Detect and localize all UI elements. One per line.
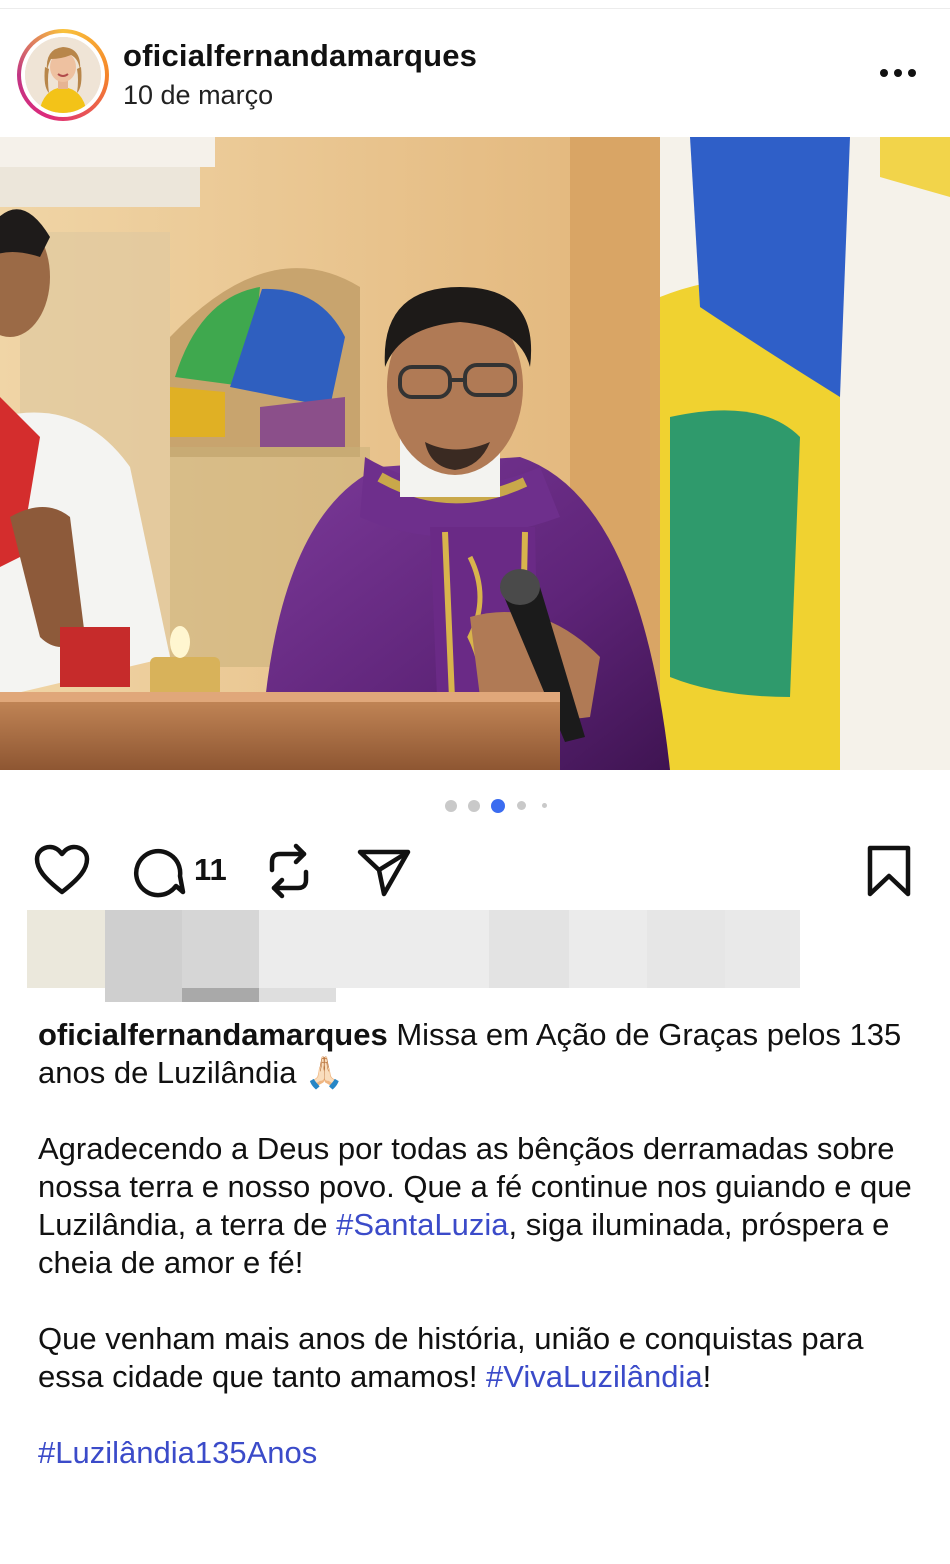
action-bar: 11 bbox=[0, 838, 950, 904]
post-photo bbox=[0, 137, 950, 770]
heart-icon[interactable] bbox=[34, 844, 90, 896]
carousel-dot-active bbox=[491, 799, 505, 813]
avatar-image bbox=[25, 37, 101, 113]
post-username[interactable]: oficialfernandamarques bbox=[123, 38, 477, 74]
story-ring[interactable] bbox=[17, 29, 109, 121]
carousel-dot bbox=[445, 800, 457, 812]
caption-paragraph: Que venham mais anos de história, união … bbox=[38, 1320, 918, 1396]
carousel-dot bbox=[517, 801, 526, 810]
post-caption: oficialfernandamarques Missa em Ação de … bbox=[38, 1016, 918, 1472]
caption-username[interactable]: oficialfernandamarques bbox=[38, 1017, 388, 1052]
comment-count[interactable]: 11 bbox=[194, 852, 227, 888]
hashtag-link[interactable]: #SantaLuzia bbox=[336, 1207, 508, 1242]
hashtag-link[interactable]: #VivaLuzilândia bbox=[486, 1359, 703, 1394]
post-image[interactable] bbox=[0, 137, 950, 770]
comment-icon[interactable] bbox=[130, 844, 186, 898]
post-header: oficialfernandamarques 10 de março bbox=[0, 10, 950, 138]
post-screen: oficialfernandamarques 10 de março 11 of… bbox=[0, 0, 950, 1564]
caption-text: Que venham mais anos de história, união … bbox=[38, 1321, 864, 1394]
caption-text: ! bbox=[702, 1359, 712, 1394]
divider bbox=[0, 8, 950, 9]
more-options-button[interactable] bbox=[872, 60, 924, 86]
praying-hands-icon: 🙏🏻 bbox=[305, 1055, 344, 1090]
bookmark-icon[interactable] bbox=[864, 844, 914, 900]
avatar[interactable] bbox=[25, 37, 101, 113]
more-icon bbox=[880, 69, 888, 77]
caption-paragraph: Agradecendo a Deus por todas as bênçãos … bbox=[38, 1130, 918, 1282]
liked-by-blurred bbox=[27, 910, 800, 1002]
repost-icon[interactable] bbox=[264, 842, 314, 900]
carousel-dot bbox=[468, 800, 480, 812]
carousel-dot bbox=[542, 803, 547, 808]
caption-paragraph: oficialfernandamarques Missa em Ação de … bbox=[38, 1016, 918, 1092]
post-date: 10 de março bbox=[123, 80, 274, 110]
hashtag-link[interactable]: #Luzilândia135Anos bbox=[38, 1435, 317, 1470]
caption-paragraph: #Luzilândia135Anos bbox=[38, 1434, 918, 1472]
carousel-indicator bbox=[0, 797, 950, 813]
share-icon[interactable] bbox=[356, 846, 412, 898]
